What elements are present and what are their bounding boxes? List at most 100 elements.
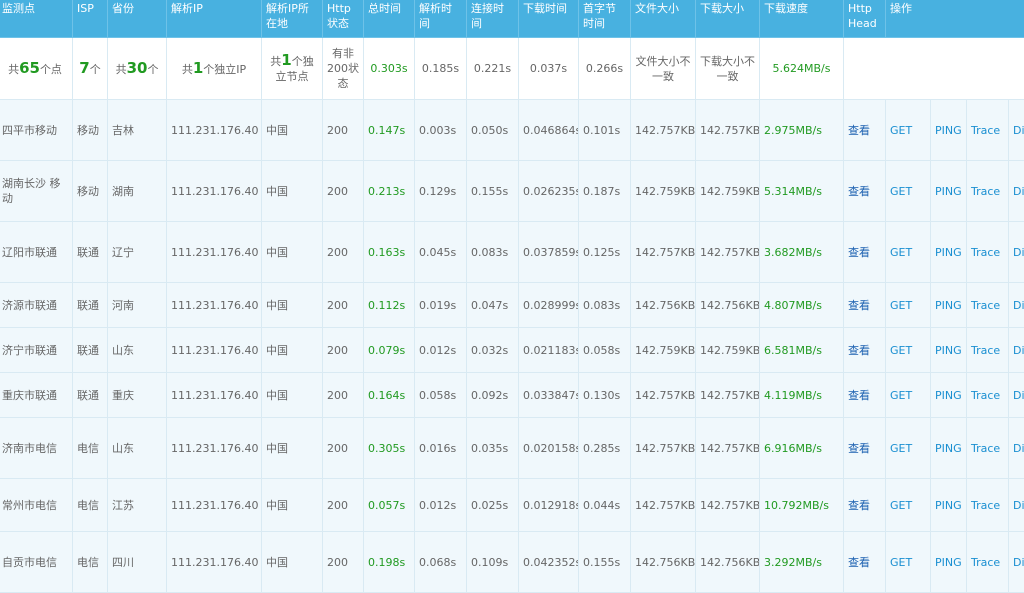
ping-link-cell: PING	[931, 373, 967, 418]
get-link[interactable]: GET	[890, 299, 912, 312]
province-cell: 重庆	[108, 373, 167, 418]
download-time-cell: 0.020158s	[519, 418, 579, 479]
province-cell: 湖南	[108, 161, 167, 222]
download-time-cell: 0.012918s	[519, 479, 579, 532]
header-province: 省份	[108, 0, 167, 38]
get-link[interactable]: GET	[890, 389, 912, 402]
trace-link[interactable]: Trace	[971, 246, 1000, 259]
view-link-cell: 查看	[844, 283, 886, 328]
dig-link[interactable]: Dig	[1013, 246, 1024, 259]
trace-link-cell: Trace	[967, 479, 1009, 532]
point-cell: 济宁市联通	[0, 328, 73, 373]
ping-link[interactable]: PING	[935, 499, 962, 512]
summary-row: 共65个点 7个 共30个 共1个独立IP 共1个独立节点 有非200状态 0.…	[0, 38, 1024, 100]
dig-link[interactable]: Dig	[1013, 499, 1024, 512]
connect-time-cell: 0.050s	[467, 100, 519, 161]
ping-link[interactable]: PING	[935, 389, 962, 402]
first-byte-cell: 0.101s	[579, 100, 631, 161]
view-link[interactable]: 查看	[848, 124, 870, 137]
total-time-cell: 0.164s	[364, 373, 415, 418]
view-link[interactable]: 查看	[848, 185, 870, 198]
ping-link-cell: PING	[931, 161, 967, 222]
isp-cell: 移动	[73, 161, 108, 222]
ping-link[interactable]: PING	[935, 124, 962, 137]
isp-cell: 联通	[73, 373, 108, 418]
view-link[interactable]: 查看	[848, 344, 870, 357]
view-link[interactable]: 查看	[848, 299, 870, 312]
header-first-byte-time: 首字节时间	[579, 0, 631, 38]
dig-link-cell: Dig	[1009, 479, 1024, 532]
status-cell: 200	[323, 161, 364, 222]
total-time-cell: 0.213s	[364, 161, 415, 222]
ping-link[interactable]: PING	[935, 185, 962, 198]
trace-link-cell: Trace	[967, 373, 1009, 418]
dig-link[interactable]: Dig	[1013, 389, 1024, 402]
get-link[interactable]: GET	[890, 442, 912, 455]
get-link-cell: GET	[886, 373, 931, 418]
speed-cell: 6.916MB/s	[760, 418, 844, 479]
dig-link[interactable]: Dig	[1013, 185, 1024, 198]
ping-link-cell: PING	[931, 418, 967, 479]
ip-cell: 111.231.176.40	[167, 222, 262, 283]
trace-link[interactable]: Trace	[971, 442, 1000, 455]
location-cell: 中国	[262, 328, 323, 373]
trace-link[interactable]: Trace	[971, 124, 1000, 137]
header-point: 监测点	[0, 0, 73, 38]
speed-cell: 4.119MB/s	[760, 373, 844, 418]
dig-link[interactable]: Dig	[1013, 556, 1024, 569]
trace-link[interactable]: Trace	[971, 185, 1000, 198]
location-cell: 中国	[262, 161, 323, 222]
get-link[interactable]: GET	[890, 344, 912, 357]
file-size-cell: 142.759KB	[631, 161, 696, 222]
table-row: 辽阳市联通联通辽宁111.231.176.40中国2000.163s0.045s…	[0, 222, 1024, 283]
resolve-time-cell: 0.016s	[415, 418, 467, 479]
view-link[interactable]: 查看	[848, 389, 870, 402]
first-byte-cell: 0.125s	[579, 222, 631, 283]
table-row: 湖南长沙 移动移动湖南111.231.176.40中国2000.213s0.12…	[0, 161, 1024, 222]
trace-link[interactable]: Trace	[971, 299, 1000, 312]
trace-link[interactable]: Trace	[971, 556, 1000, 569]
header-download-speed: 下载速度	[760, 0, 844, 38]
province-cell: 辽宁	[108, 222, 167, 283]
dig-link-cell: Dig	[1009, 328, 1024, 373]
trace-link-cell: Trace	[967, 161, 1009, 222]
total-time-cell: 0.147s	[364, 100, 415, 161]
location-cell: 中国	[262, 100, 323, 161]
get-link-cell: GET	[886, 328, 931, 373]
download-size-cell: 142.756KB	[696, 283, 760, 328]
speed-cell: 5.314MB/s	[760, 161, 844, 222]
summary-speed: 5.624MB/s	[760, 38, 844, 100]
get-link[interactable]: GET	[890, 556, 912, 569]
trace-link[interactable]: Trace	[971, 389, 1000, 402]
dig-link[interactable]: Dig	[1013, 299, 1024, 312]
ping-link[interactable]: PING	[935, 442, 962, 455]
get-link-cell: GET	[886, 532, 931, 593]
trace-link[interactable]: Trace	[971, 344, 1000, 357]
get-link[interactable]: GET	[890, 124, 912, 137]
get-link[interactable]: GET	[890, 246, 912, 259]
view-link[interactable]: 查看	[848, 442, 870, 455]
view-link[interactable]: 查看	[848, 556, 870, 569]
view-link[interactable]: 查看	[848, 246, 870, 259]
total-time-cell: 0.163s	[364, 222, 415, 283]
get-link[interactable]: GET	[890, 499, 912, 512]
location-cell: 中国	[262, 418, 323, 479]
header-total-time: 总时间	[364, 0, 415, 38]
view-link[interactable]: 查看	[848, 499, 870, 512]
ping-link[interactable]: PING	[935, 344, 962, 357]
dig-link[interactable]: Dig	[1013, 442, 1024, 455]
ping-link[interactable]: PING	[935, 246, 962, 259]
ping-link[interactable]: PING	[935, 299, 962, 312]
trace-link[interactable]: Trace	[971, 499, 1000, 512]
ping-link[interactable]: PING	[935, 556, 962, 569]
get-link[interactable]: GET	[890, 185, 912, 198]
speed-cell: 2.975MB/s	[760, 100, 844, 161]
point-cell: 四平市移动	[0, 100, 73, 161]
status-cell: 200	[323, 283, 364, 328]
dig-link[interactable]: Dig	[1013, 124, 1024, 137]
dig-link[interactable]: Dig	[1013, 344, 1024, 357]
status-cell: 200	[323, 479, 364, 532]
ping-link-cell: PING	[931, 532, 967, 593]
download-size-cell: 142.757KB	[696, 479, 760, 532]
province-cell: 河南	[108, 283, 167, 328]
